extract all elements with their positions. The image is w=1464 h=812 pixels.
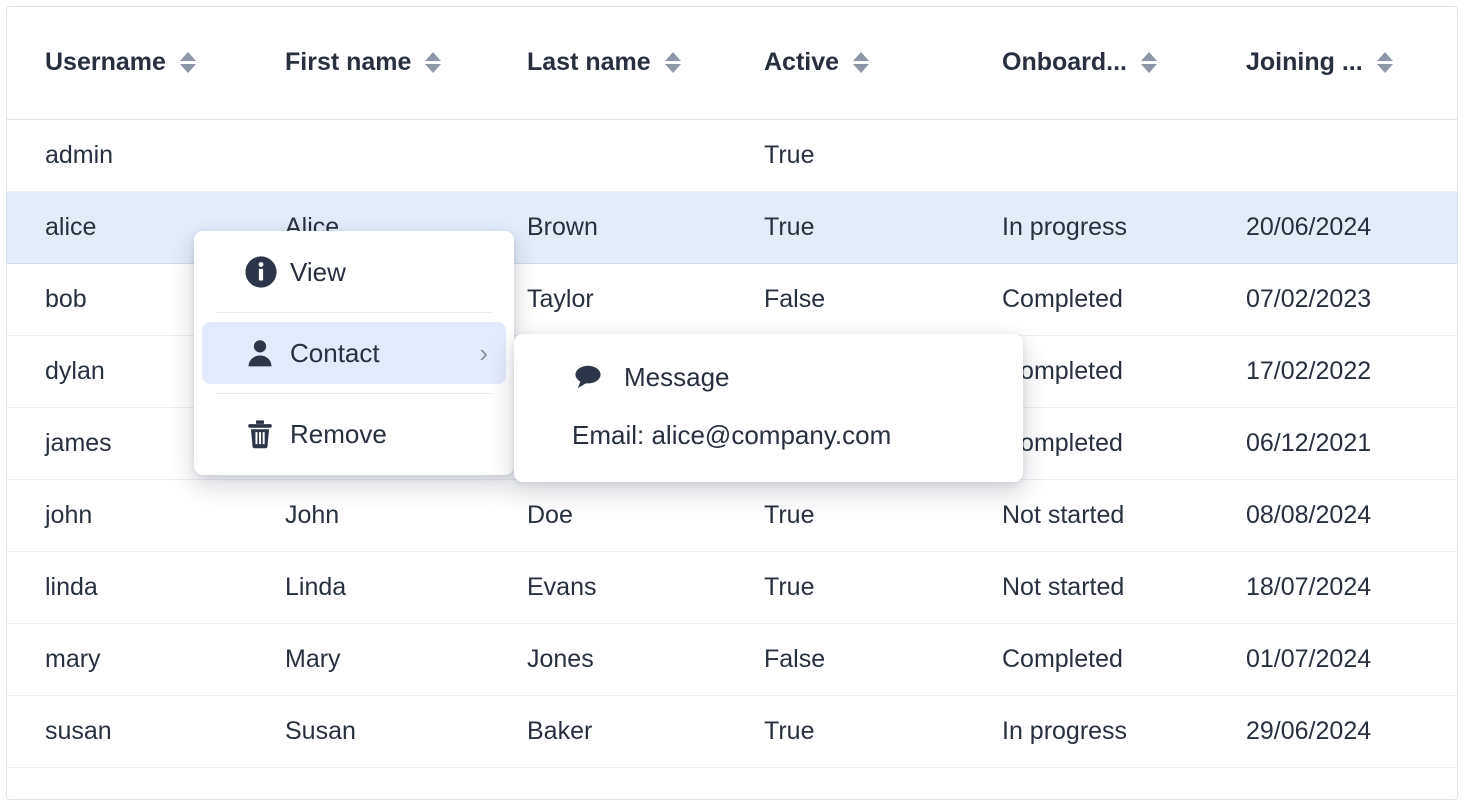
context-menu-label-remove: Remove (290, 419, 492, 450)
column-header-label-username: Username (45, 48, 166, 77)
submenu-label-message: Message (624, 362, 1003, 393)
cell-active: True (726, 695, 964, 767)
sort-toggle-icon-last-name[interactable] (665, 52, 681, 73)
sort-toggle-icon-username[interactable] (180, 52, 196, 73)
table-row[interactable]: susan Susan Baker True In progress 29/06… (7, 695, 1457, 767)
cell-last-name: Brown (489, 191, 726, 263)
table-header-row: Username First name Last name (7, 7, 1457, 119)
table-row[interactable]: john John Doe True Not started 08/08/202… (7, 479, 1457, 551)
context-menu-label-view: View (290, 257, 492, 288)
table-empty-filler-row (7, 767, 1457, 800)
cell-username: linda (7, 551, 247, 623)
user-table-screen: Username First name Last name (0, 0, 1464, 812)
cell-onboarding: Completed (964, 623, 1208, 695)
column-header-active[interactable]: Active (726, 7, 964, 119)
cell-active: False (726, 263, 964, 335)
cell-joining: 08/08/2024 (1208, 479, 1457, 551)
column-header-first-name[interactable]: First name (247, 7, 489, 119)
table-row[interactable]: admin True (7, 119, 1457, 191)
column-header-last-name[interactable]: Last name (489, 7, 726, 119)
cell-joining: 17/02/2022 (1208, 335, 1457, 407)
cell-last-name: Jones (489, 623, 726, 695)
cell-last-name: Taylor (489, 263, 726, 335)
sort-toggle-icon-onboarding[interactable] (1141, 52, 1157, 73)
context-menu-separator (216, 312, 492, 313)
cell-joining: 06/12/2021 (1208, 407, 1457, 479)
context-menu-item-contact[interactable]: Contact › (202, 322, 506, 384)
cell-active: True (726, 551, 964, 623)
column-header-label-first-name: First name (285, 48, 411, 77)
context-menu-item-view[interactable]: View (202, 241, 506, 303)
context-menu-item-remove[interactable]: Remove (202, 403, 506, 465)
chevron-right-icon: › (479, 340, 492, 366)
cell-active: True (726, 191, 964, 263)
trash-icon (244, 418, 284, 450)
info-icon (244, 255, 284, 289)
submenu-label-email: Email: alice@company.com (572, 420, 891, 451)
cell-first-name: Susan (247, 695, 489, 767)
cell-onboarding: Completed (964, 263, 1208, 335)
cell-username: susan (7, 695, 247, 767)
cell-last-name: Baker (489, 695, 726, 767)
cell-joining: 07/02/2023 (1208, 263, 1457, 335)
cell-first-name: Mary (247, 623, 489, 695)
column-header-username[interactable]: Username (7, 7, 247, 119)
column-header-label-onboarding: Onboard... (1002, 48, 1127, 77)
column-header-onboarding[interactable]: Onboard... (964, 7, 1208, 119)
cell-username: admin (7, 119, 247, 191)
cell-onboarding: Not started (964, 551, 1208, 623)
cell-joining: 18/07/2024 (1208, 551, 1457, 623)
context-menu-separator (216, 393, 492, 394)
cell-onboarding (964, 119, 1208, 191)
cell-username: mary (7, 623, 247, 695)
row-context-menu: View Contact › (194, 231, 514, 475)
cell-onboarding: In progress (964, 191, 1208, 263)
person-icon (244, 337, 284, 369)
cell-last-name: Doe (489, 479, 726, 551)
cell-active: False (726, 623, 964, 695)
context-menu-label-contact: Contact (290, 338, 479, 369)
sort-toggle-icon-active[interactable] (853, 52, 869, 73)
cell-joining (1208, 119, 1457, 191)
cell-first-name: Linda (247, 551, 489, 623)
table-row[interactable]: mary Mary Jones False Completed 01/07/20… (7, 623, 1457, 695)
cell-last-name (489, 119, 726, 191)
submenu-item-message[interactable]: Message (514, 348, 1023, 406)
sort-toggle-icon-joining[interactable] (1377, 52, 1393, 73)
table-row[interactable]: linda Linda Evans True Not started 18/07… (7, 551, 1457, 623)
speech-bubble-icon (572, 361, 618, 393)
sort-toggle-icon-first-name[interactable] (425, 52, 441, 73)
column-header-joining[interactable]: Joining ... (1208, 7, 1457, 119)
cell-username: john (7, 479, 247, 551)
cell-onboarding: In progress (964, 695, 1208, 767)
cell-joining: 01/07/2024 (1208, 623, 1457, 695)
cell-joining: 29/06/2024 (1208, 695, 1457, 767)
cell-last-name: Evans (489, 551, 726, 623)
contact-submenu: Message Email: alice@company.com (514, 334, 1023, 482)
cell-joining: 20/06/2024 (1208, 191, 1457, 263)
cell-active: True (726, 479, 964, 551)
cell-onboarding: Not started (964, 479, 1208, 551)
submenu-item-email: Email: alice@company.com (514, 406, 1023, 464)
column-header-label-joining: Joining ... (1246, 48, 1363, 77)
table-header: Username First name Last name (7, 7, 1457, 119)
cell-first-name (247, 119, 489, 191)
cell-first-name: John (247, 479, 489, 551)
column-header-label-last-name: Last name (527, 48, 651, 77)
cell-active: True (726, 119, 964, 191)
column-header-label-active: Active (764, 48, 839, 77)
